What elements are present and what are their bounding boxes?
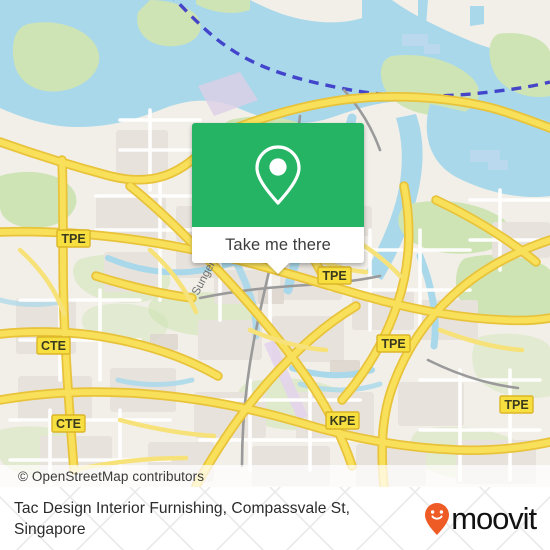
map-pin-icon [255,145,301,205]
svg-text:TPE: TPE [381,337,405,351]
map-attribution: © OpenStreetMap contributors [0,465,550,487]
moovit-smiley-pin-icon [425,502,450,535]
map-attribution-text: © OpenStreetMap contributors [18,468,205,484]
take-me-there-button[interactable]: Take me there [192,227,364,274]
moovit-logo[interactable]: moovit [424,501,537,536]
take-me-there-label: Take me there [225,235,331,254]
svg-text:TPE: TPE [322,269,346,283]
svg-text:CTE: CTE [41,339,66,353]
svg-text:TPE: TPE [61,232,85,246]
footer-bar: Tac Design Interior Furnishing, Compassv… [0,487,550,550]
svg-text:KPE: KPE [330,414,356,428]
map-shield-tpe-2: TPE [317,266,352,285]
svg-text:CTE: CTE [56,417,81,431]
popup-pointer-tail [267,263,289,274]
map-shield-tpe-3: TPE [376,334,411,353]
map-shield-tpe-4: TPE [499,395,534,414]
map-shield-cte-2: CTE [51,414,86,433]
map-shield-kpe: KPE [325,411,360,430]
location-caption: Tac Design Interior Furnishing, Compassv… [14,499,351,538]
map-shield-tpe-1: TPE [56,229,91,248]
map-shield-cte-1: CTE [36,336,71,355]
moovit-wordmark: moovit [451,501,537,536]
svg-text:TPE: TPE [504,398,528,412]
popup-icon-area [192,123,364,227]
map-screenshot: Sungei Punggol TPE TPE TPE [0,0,550,550]
location-popup-card[interactable]: Take me there [192,123,364,274]
